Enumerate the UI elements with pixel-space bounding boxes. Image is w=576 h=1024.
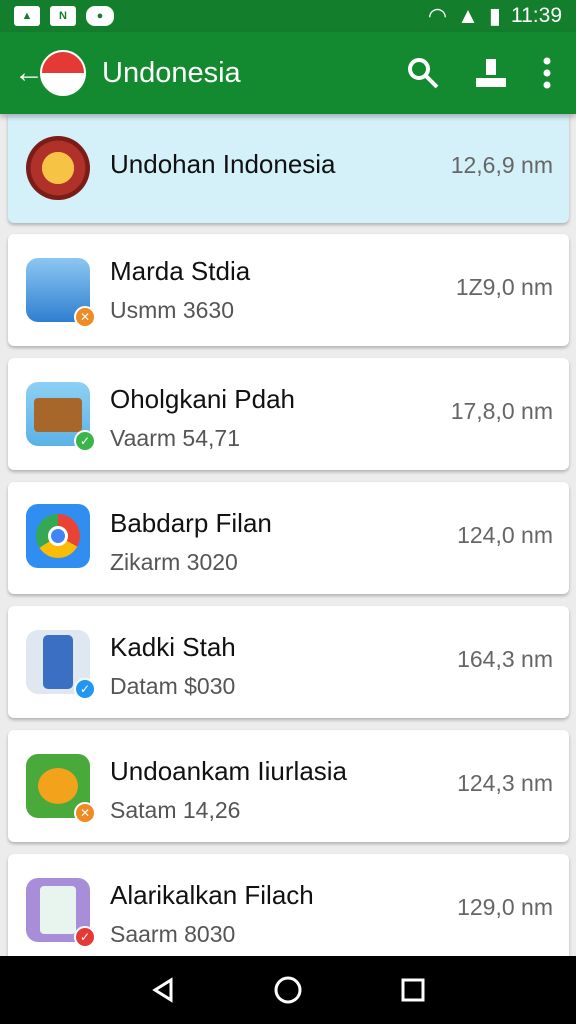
list-item-header[interactable]: Undohan Indonesia 12,6,9 nm	[8, 114, 569, 223]
battery-icon: ▮	[488, 3, 501, 28]
image-icon: ▲	[14, 6, 40, 26]
list-item-title: Alarikalkan Filach	[110, 880, 314, 910]
phone-icon: ✓	[26, 630, 96, 700]
list-item-title: Undohan Indonesia	[110, 149, 336, 179]
list-item-size: 12,6,9 nm	[450, 152, 553, 178]
list-item-size: 164,3 nm	[457, 646, 553, 672]
app-title: Undonesia	[102, 56, 241, 89]
list-item-subtitle: Datam $030	[110, 673, 236, 699]
status-badge: ✓	[74, 430, 96, 452]
list-item[interactable]: Babdarp Filan Zikarm 3020 124,0 nm	[8, 482, 569, 594]
wifi-icon: ◠	[427, 3, 448, 28]
list-item-subtitle: Vaarm 54,71	[110, 425, 240, 451]
box-icon: ✓	[26, 382, 96, 452]
flag-logo	[40, 50, 86, 96]
home-icon[interactable]	[268, 970, 308, 1010]
recents-icon[interactable]	[393, 970, 433, 1010]
list-item[interactable]: ✓ Kadki Stah Datam $030 164,3 nm	[8, 606, 569, 718]
navigation-bar	[0, 956, 576, 1024]
list-item-title: Kadki Stah	[110, 632, 236, 662]
download-icon[interactable]	[474, 56, 508, 90]
list-item-subtitle: Satam 14,26	[110, 797, 241, 823]
person-icon: ✕	[26, 258, 96, 328]
tablet-icon: ✓	[26, 878, 96, 948]
status-badge: ✕	[74, 802, 96, 824]
list-item-size: 17,8,0 nm	[450, 398, 553, 424]
cell-signal-icon: ▲	[457, 3, 479, 28]
back-icon[interactable]	[143, 970, 183, 1010]
list-item-size: 129,0 nm	[457, 894, 553, 920]
status-badge: ✕	[74, 306, 96, 328]
more-vert-icon[interactable]	[542, 56, 552, 90]
list-item-title: Babdarp Filan	[110, 508, 272, 538]
search-icon[interactable]	[406, 56, 440, 90]
list-item[interactable]: ✓ Alarikalkan Filach Saarm 8030 129,0 nm	[8, 854, 569, 956]
status-time: 11:39	[511, 4, 562, 27]
emblem-icon	[26, 136, 90, 200]
chrome-icon	[26, 504, 90, 568]
list-item-subtitle: Zikarm 3020	[110, 549, 238, 575]
list-item-size: 124,3 nm	[457, 770, 553, 796]
app-bar: ← Undonesia	[0, 32, 576, 114]
list-item-subtitle: Usmm 3630	[110, 297, 234, 323]
app-list: Undohan Indonesia 12,6,9 nm ✕ Marda Stdi…	[0, 114, 576, 956]
list-item-title: Marda Stdia	[110, 256, 251, 286]
status-badge: ✓	[74, 926, 96, 948]
signal-icon: N	[50, 6, 76, 26]
list-item-size: 124,0 nm	[457, 522, 553, 548]
list-item-size: 1Z9,0 nm	[455, 274, 553, 300]
list-item-title: Oholgkani Pdah	[110, 384, 296, 414]
cat-icon: ✕	[26, 754, 96, 824]
list-item[interactable]: ✕ Marda Stdia Usmm 3630 1Z9,0 nm	[8, 234, 569, 346]
status-badge: ✓	[74, 678, 96, 700]
list-item[interactable]: ✓ Oholgkani Pdah Vaarm 54,71 17,8,0 nm	[8, 358, 569, 470]
list-item-title: Undoankam Iiurlasia	[110, 756, 348, 786]
list-item-subtitle: Saarm 8030	[110, 921, 236, 947]
message-icon: ●	[86, 6, 114, 26]
list-item[interactable]: ✕ Undoankam Iiurlasia Satam 14,26 124,3 …	[8, 730, 569, 842]
status-bar: ▲ N ● ◠ ▲ ▮ 11:39	[0, 0, 576, 32]
